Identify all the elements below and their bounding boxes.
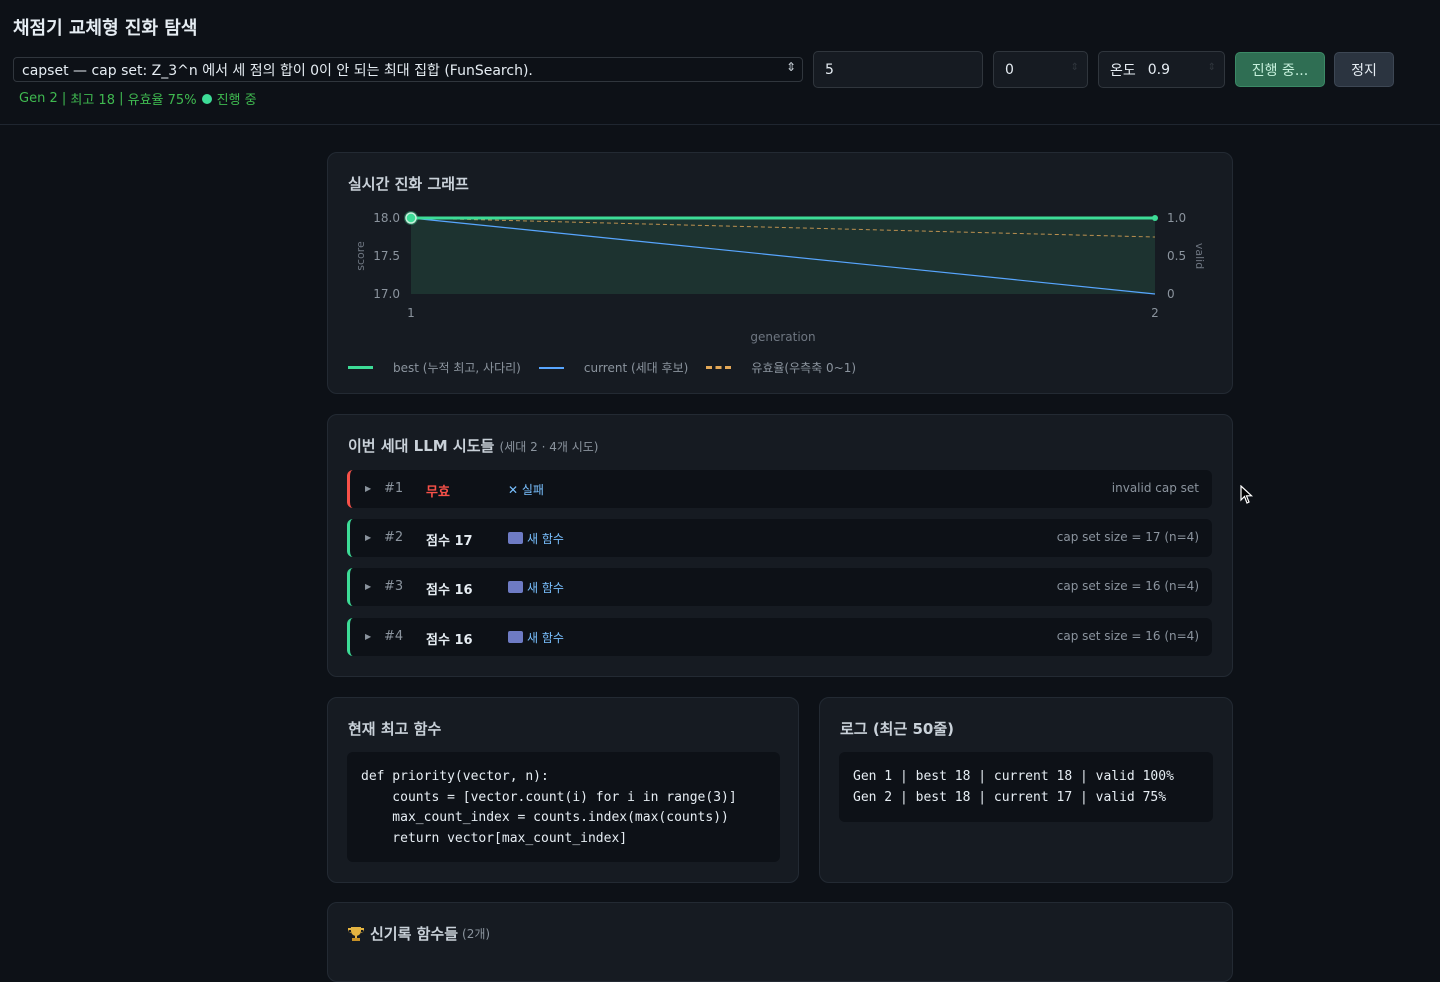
chart-legend: best (누적 최고, 사다리) current (세대 후보) 유효율(우측… <box>348 359 874 376</box>
best-function-panel: 현재 최고 함수 def priority(vector, n): counts… <box>327 697 799 883</box>
best-function-code: def priority(vector, n): counts = [vecto… <box>347 752 780 862</box>
spinner-icon[interactable]: ⇕ <box>1071 62 1079 73</box>
running-button[interactable]: 진행 중... <box>1235 52 1325 87</box>
seed-value: 0 <box>1005 61 1014 78</box>
log-title: 로그 (최근 50줄) <box>840 720 955 738</box>
evolution-chart: 18.0 17.5 17.0 1.0 0.5 0 1 2 generation … <box>354 211 1206 344</box>
new-function-badge: 새 함수 <box>508 579 564 596</box>
caret-right-icon: ▶ <box>365 632 372 641</box>
y2-tick-label: 0 <box>1167 287 1175 301</box>
records-count: (2개) <box>462 927 491 941</box>
problem-select-value: capset — cap set: Z_3^n 에서 세 점의 합이 0이 안 … <box>22 62 533 79</box>
y-axis-label: score <box>354 241 367 271</box>
problem-select[interactable]: capset — cap set: Z_3^n 에서 세 점의 합이 0이 안 … <box>13 57 803 82</box>
attempts-subtitle: (세대 2 · 4개 시도) <box>499 440 599 454</box>
x-tick-label: 2 <box>1151 306 1159 320</box>
records-panel: 신기록 함수들 (2개) <box>327 902 1233 982</box>
status-best: 최고 18 <box>70 93 115 108</box>
spinner-icon[interactable]: ⇕ <box>1208 62 1216 73</box>
status-gen: Gen 2 <box>19 91 58 106</box>
new-function-badge: 새 함수 <box>508 530 564 547</box>
new-icon <box>508 532 523 544</box>
y2-tick-label: 0.5 <box>1167 249 1186 263</box>
mouse-cursor-icon <box>1240 485 1254 504</box>
population-input[interactable]: 5 <box>813 51 983 88</box>
caret-right-icon: ▶ <box>365 533 372 542</box>
temperature-value: 0.9 <box>1147 61 1171 78</box>
log-output: Gen 1 | best 18 | current 18 | valid 100… <box>839 752 1213 822</box>
legend-item-current: current (세대 후보) <box>538 359 688 376</box>
y2-axis-label: valid <box>1193 243 1206 269</box>
attempt-row[interactable]: ▶ #4 점수 16 새 함수 cap set size = 16 (n=4) <box>347 618 1212 656</box>
legend-item-valid: 유효율(우측축 0~1) <box>706 359 856 376</box>
stop-button[interactable]: 정지 <box>1334 52 1394 87</box>
caret-right-icon: ▶ <box>365 484 372 493</box>
status-valid: 유효율 75% <box>127 93 197 108</box>
y-tick-label: 18.0 <box>373 211 400 225</box>
attempt-row[interactable]: ▶ #1 무효 ✕ 실패 invalid cap set <box>347 470 1212 508</box>
attempt-row[interactable]: ▶ #3 점수 16 새 함수 cap set size = 16 (n=4) <box>347 568 1212 606</box>
new-function-badge: 새 함수 <box>508 629 564 646</box>
fail-badge: ✕ 실패 <box>508 483 544 497</box>
chevron-updown-icon: ⇕ <box>785 60 796 74</box>
new-icon <box>508 581 523 593</box>
status-dot-icon <box>201 93 212 104</box>
y2-tick-label: 1.0 <box>1167 211 1186 225</box>
attempt-row[interactable]: ▶ #2 점수 17 새 함수 cap set size = 17 (n=4) <box>347 519 1212 557</box>
attempts-title: 이번 세대 LLM 시도들 (세대 2 · 4개 시도) <box>348 437 599 455</box>
new-icon <box>508 631 523 643</box>
temperature-input[interactable]: 온도 0.9 ⇕ <box>1098 51 1225 88</box>
attempts-panel: 이번 세대 LLM 시도들 (세대 2 · 4개 시도) ▶ #1 무효 ✕ 실… <box>327 414 1233 677</box>
status-state: 진행 중 <box>216 93 257 108</box>
population-value: 5 <box>825 61 834 78</box>
best-point <box>1152 215 1158 221</box>
x-tick-label: 1 <box>407 306 415 320</box>
log-panel: 로그 (최근 50줄) Gen 1 | best 18 | current 18… <box>819 697 1233 883</box>
temperature-label: 온도 <box>1110 62 1136 79</box>
best-function-title: 현재 최고 함수 <box>348 720 442 738</box>
seed-input[interactable]: 0 ⇕ <box>993 51 1088 88</box>
header: 채점기 교체형 진화 탐색 capset — cap set: Z_3^n 에서… <box>0 0 1440 125</box>
graph-panel: 실시간 진화 그래프 18.0 17.5 17.0 1.0 0.5 0 1 2 … <box>327 152 1233 394</box>
records-title: 신기록 함수들 (2개) <box>348 923 490 944</box>
legend-item-best: best (누적 최고, 사다리) <box>348 359 521 376</box>
best-point <box>405 212 417 224</box>
caret-right-icon: ▶ <box>365 582 372 591</box>
x-axis-label: generation <box>750 330 815 344</box>
status-line: Gen 2 | 최고 18 | 유효율 75% 진행 중 <box>19 91 257 108</box>
y-tick-label: 17.0 <box>373 287 400 301</box>
trophy-icon <box>348 926 364 941</box>
y-tick-label: 17.5 <box>373 249 400 263</box>
page-title: 채점기 교체형 진화 탐색 <box>13 18 198 39</box>
